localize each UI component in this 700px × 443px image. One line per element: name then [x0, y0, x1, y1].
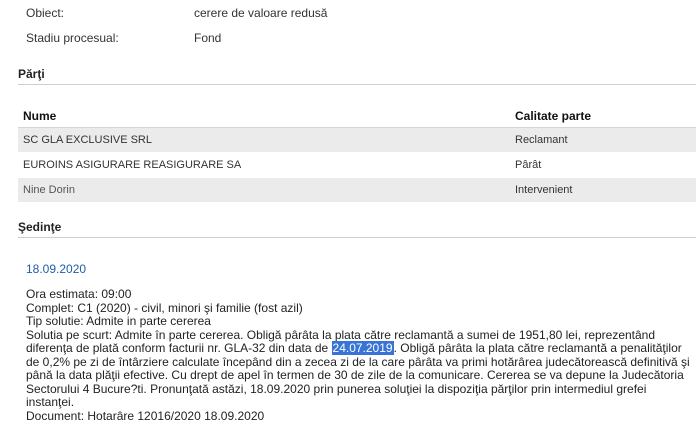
parti-header-row: Nume Calitate parte — [18, 105, 696, 128]
sedinte-section-title: Şedinţe — [18, 220, 62, 234]
solutie-line-3: de 0,2% pe zi de întârziere calculate în… — [26, 354, 690, 369]
solutie-line-1: Solutia pe scurt: Admite în parte cerere… — [26, 327, 656, 342]
solutie-line-5: Sectorului 4 Bucure?ti. Pronunţată astăz… — [26, 381, 647, 396]
solutie-line-2: diferenţa de plată conform facturii nr. … — [26, 341, 686, 356]
party-role: Intervenient — [510, 177, 696, 203]
party-name: Nine Dorin — [18, 177, 510, 203]
table-row: SC GLA EXCLUSIVE SRL Reclamant — [18, 127, 696, 153]
col-header-calitate: Calitate parte — [510, 105, 696, 128]
solutie-line-6: instanţei. — [26, 395, 75, 409]
party-role: Reclamant — [510, 127, 696, 153]
party-name: SC GLA EXCLUSIVE SRL — [18, 127, 510, 153]
party-name: EUROINS ASIGURARE REASIGURARE SA — [18, 152, 510, 178]
sedinta-details: Ora estimata: 09:00 Complet: C1 (2020) -… — [26, 287, 690, 423]
table-row: EUROINS ASIGURARE REASIGURARE SA Pârât — [18, 152, 696, 178]
stadiu-value: Fond — [194, 31, 222, 45]
obiect-label: Obiect: — [26, 6, 65, 20]
sedinta-date-link[interactable]: 18.09.2020 — [26, 262, 86, 276]
stadiu-label: Stadiu procesual: — [26, 31, 119, 45]
parti-section-title: Părţi — [18, 67, 45, 81]
ora-estimata: Ora estimata: 09:00 — [26, 287, 132, 301]
solutie-line-4: până la data plăţii efective. Cu drept d… — [26, 368, 684, 382]
obiect-value: cerere de valoare redusă — [194, 6, 328, 20]
parti-divider — [18, 84, 696, 85]
party-role: Pârât — [510, 152, 696, 178]
solutie-line-2-start: diferenţa de plată conform facturii nr. … — [26, 341, 332, 355]
complet: Complet: C1 (2020) - civil, minori şi fa… — [26, 300, 303, 315]
obiect-row: Obiect: cerere de valoare redusă — [26, 4, 327, 22]
col-header-nume: Nume — [18, 105, 510, 128]
stadiu-row: Stadiu procesual: Fond — [26, 29, 221, 47]
selected-date-highlight: 24.07.2019 — [331, 341, 394, 355]
solutie-line-2-end: . Obligă pârâta la plata către reclamant… — [393, 341, 682, 355]
table-row: Nine Dorin Intervenient — [18, 177, 696, 203]
parti-table: Nume Calitate parte SC GLA EXCLUSIVE SRL… — [18, 105, 696, 203]
tip-solutie: Tip solutie: Admite in parte cererea — [26, 314, 211, 328]
sedinte-divider — [18, 237, 696, 238]
document-line: Document: Hotarâre 12016/2020 18.09.2020 — [26, 408, 265, 423]
